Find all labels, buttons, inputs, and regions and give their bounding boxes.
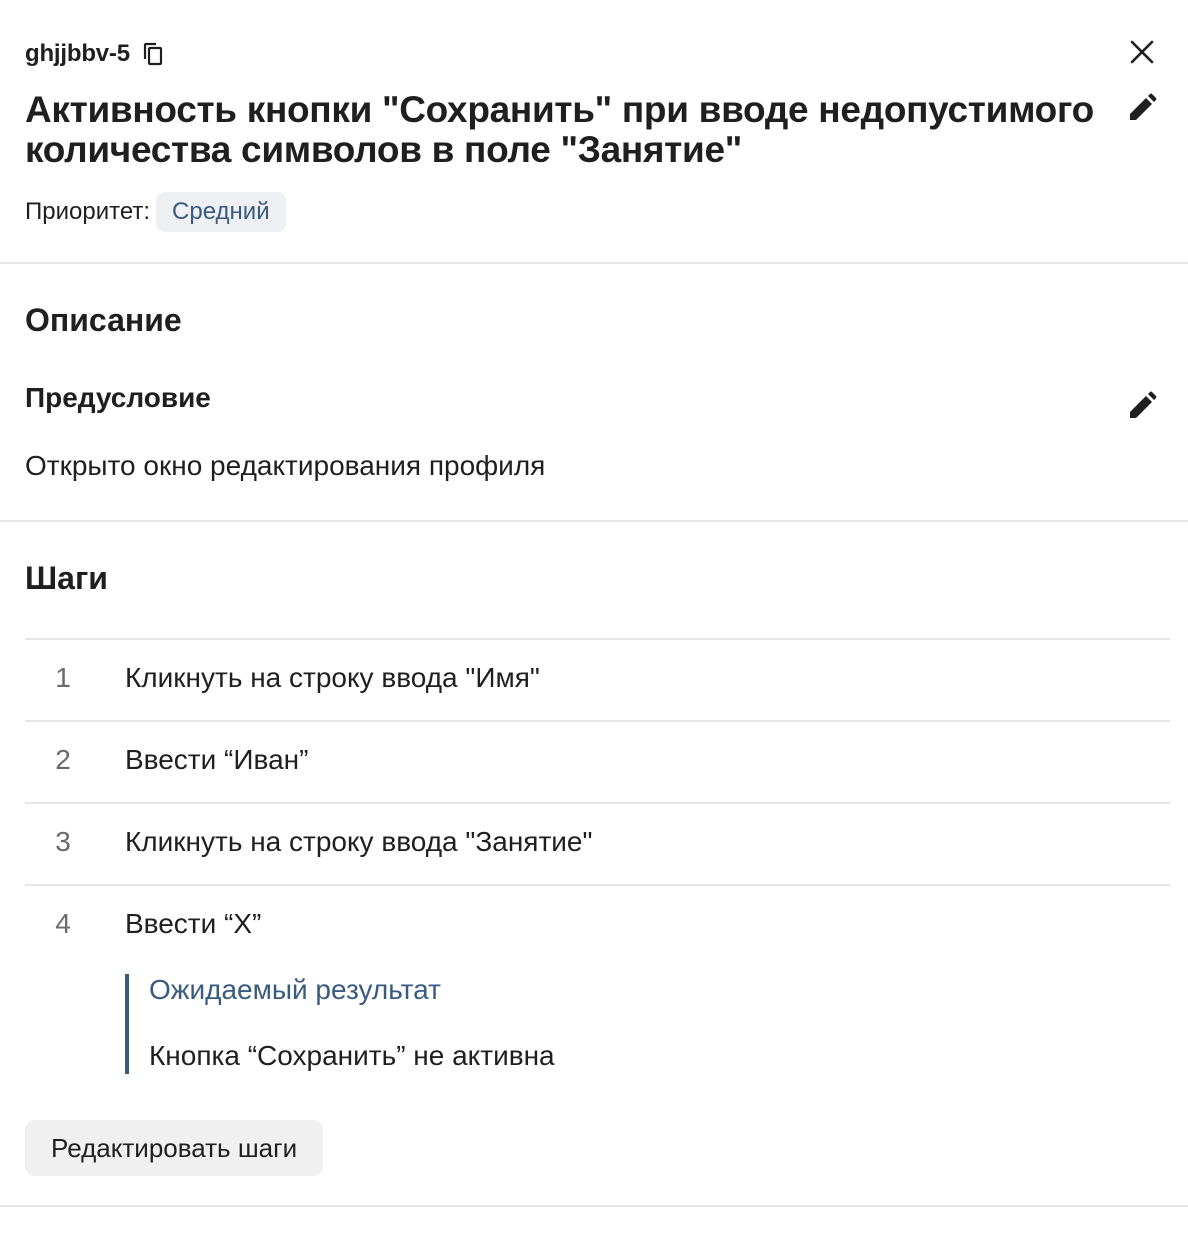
priority-label: Приоритет: [25,198,151,225]
step-text: Ввести “Х” [125,908,262,939]
edit-precondition-button[interactable] [1122,388,1162,428]
step-text: Ввести “Иван” [125,744,309,775]
step-text: Кликнуть на строку ввода "Имя" [125,662,540,693]
case-id-row: ghjjbbv-5 [25,38,166,70]
edit-steps-button[interactable]: Редактировать шаги [25,1120,324,1176]
divider [0,520,1188,522]
step-number: 3 [55,826,71,857]
step-number: 4 [55,908,71,939]
divider [0,1205,1188,1207]
step-row[interactable]: 4 Ввести “Х” Ожидаемый результат Кнопка … [25,884,1170,1076]
pencil-icon [1126,390,1158,427]
precondition-text: Открыто окно редактирования профиля [25,450,546,481]
priority-badge[interactable]: Средний [156,192,286,232]
close-icon [1130,40,1154,69]
description-title: Описание [25,302,182,338]
step-text: Кликнуть на строку ввода "Занятие" [125,826,593,857]
step-row[interactable]: 3 Кликнуть на строку ввода "Занятие" [25,802,1170,884]
steps-title: Шаги [25,560,108,596]
step-row[interactable]: 1 Кликнуть на строку ввода "Имя" [25,638,1170,720]
step-row[interactable]: 2 Ввести “Иван” [25,720,1170,802]
expected-result: Ожидаемый результат Кнопка “Сохранить” н… [125,974,555,1074]
case-id: ghjjbbv-5 [25,40,130,67]
expected-result-label: Ожидаемый результат [149,974,441,1005]
copy-icon[interactable] [140,40,166,68]
close-button[interactable] [1122,34,1162,74]
pencil-icon [1126,92,1158,129]
expected-result-text: Кнопка “Сохранить” не активна [149,1040,555,1071]
divider [0,262,1188,264]
precondition-title: Предусловие [25,382,211,413]
test-case-title: Активность кнопки "Сохранить" при вводе … [25,89,1094,170]
step-number: 2 [55,744,71,775]
steps-list: 1 Кликнуть на строку ввода "Имя" 2 Ввест… [25,638,1170,1076]
test-case-panel: ghjjbbv-5 Активность кнопки "Сохранить" … [0,0,1188,1246]
priority-row: Приоритет: Средний [25,192,286,232]
edit-title-button[interactable] [1122,90,1162,130]
step-number: 1 [55,662,71,693]
